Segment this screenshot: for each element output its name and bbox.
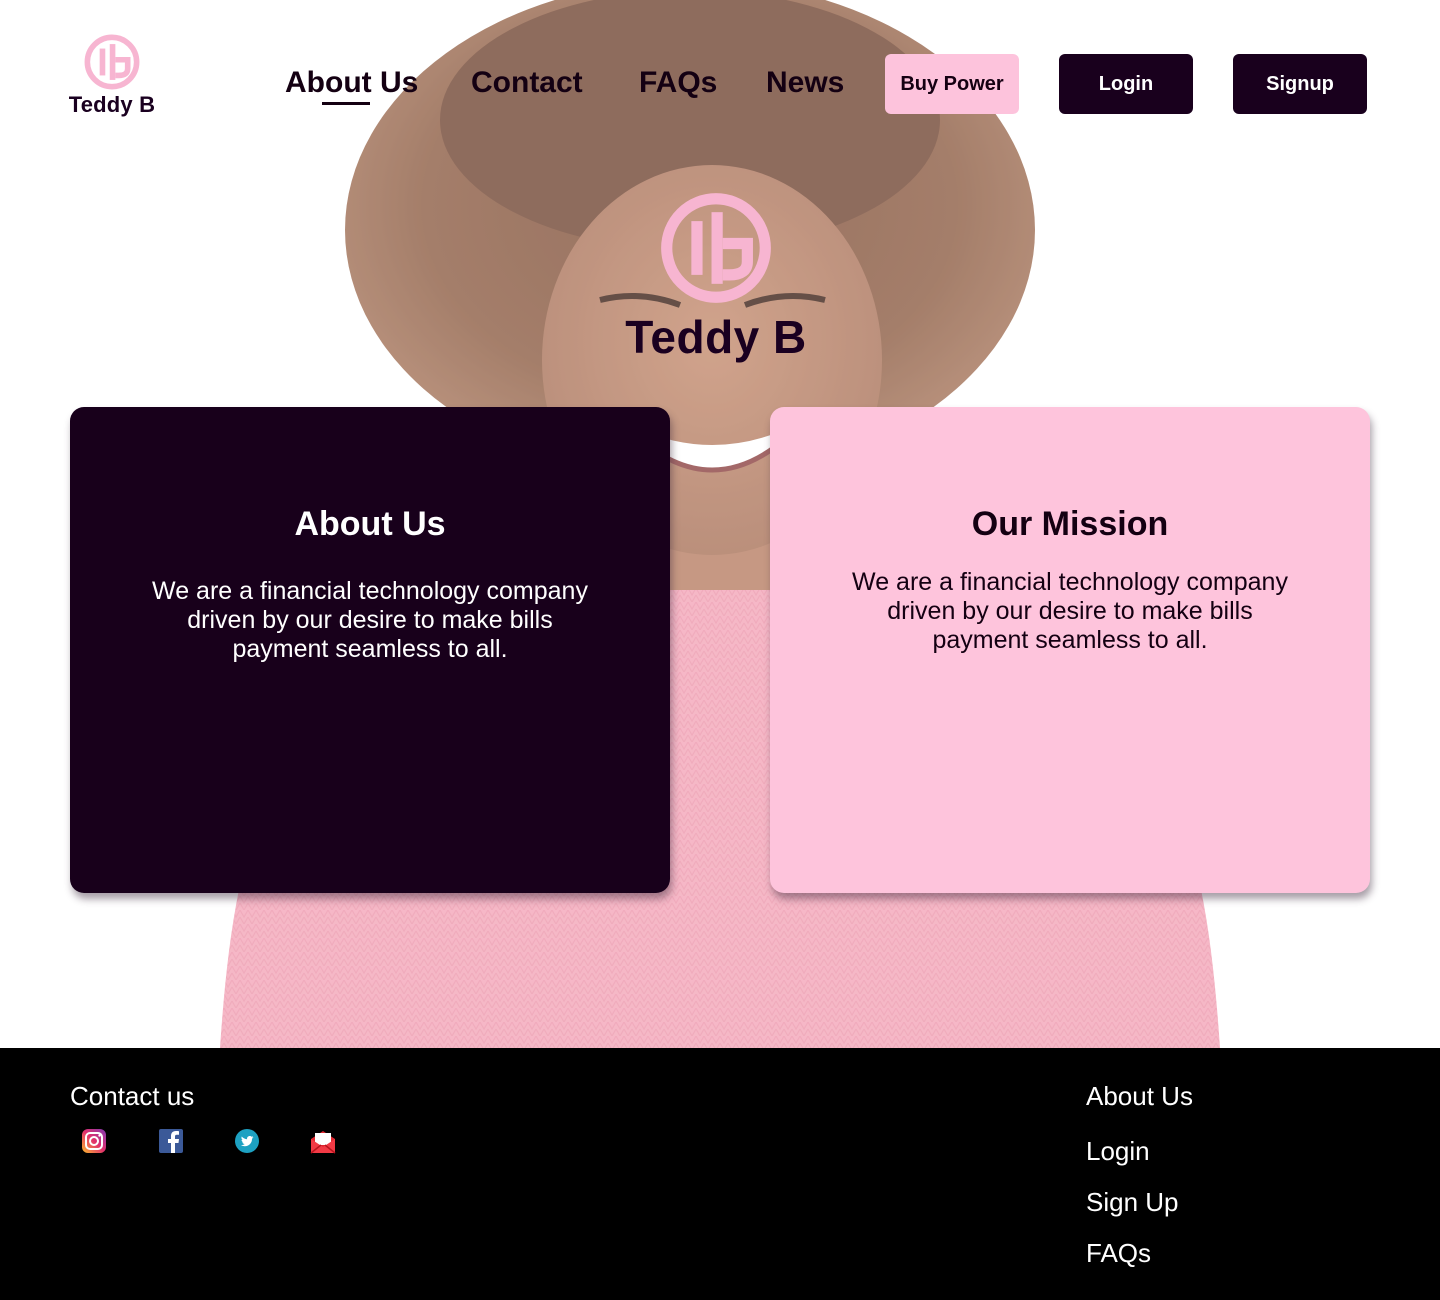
nav-contact[interactable]: Contact bbox=[471, 66, 583, 100]
about-us-text: We are a financial technology company dr… bbox=[152, 577, 588, 663]
our-mission-title: Our Mission bbox=[971, 505, 1169, 543]
our-mission-card: Our Mission We are a financial technolog… bbox=[770, 407, 1370, 893]
footer-link-login[interactable]: Login bbox=[1086, 1136, 1150, 1167]
nav-news[interactable]: News bbox=[766, 66, 844, 100]
facebook-icon[interactable] bbox=[158, 1128, 184, 1154]
footer-link-sign-up[interactable]: Sign Up bbox=[1086, 1187, 1179, 1218]
our-mission-text: We are a financial technology company dr… bbox=[852, 568, 1288, 654]
login-button[interactable]: Login bbox=[1059, 54, 1193, 114]
teddy-b-logo-icon bbox=[661, 193, 771, 303]
hero-logo-text: Teddy B bbox=[625, 311, 807, 363]
contact-us-heading: Contact us bbox=[70, 1081, 195, 1111]
hero-logo: Teddy B bbox=[600, 192, 832, 372]
nav-faqs[interactable]: FAQs bbox=[639, 66, 717, 100]
about-us-card: About Us We are a financial technology c… bbox=[70, 407, 670, 893]
header-logo[interactable]: Teddy B bbox=[66, 34, 158, 122]
teddy-b-logo-icon bbox=[84, 34, 140, 90]
mail-icon[interactable] bbox=[310, 1128, 336, 1154]
about-us-title: About Us bbox=[294, 505, 446, 543]
logo-text: Teddy B bbox=[68, 92, 156, 117]
buy-power-button[interactable]: Buy Power bbox=[885, 54, 1019, 114]
site-footer: Contact us About Us Login Sign Up FAQs bbox=[0, 1048, 1440, 1300]
site-header: Teddy B About Us Contact FAQs News Buy P… bbox=[0, 0, 1440, 160]
instagram-icon[interactable] bbox=[81, 1128, 107, 1154]
nav-about-us[interactable]: About Us bbox=[285, 66, 418, 105]
twitter-icon[interactable] bbox=[234, 1128, 260, 1154]
footer-link-about-us[interactable]: About Us bbox=[1086, 1081, 1193, 1112]
footer-link-faqs[interactable]: FAQs bbox=[1086, 1238, 1151, 1269]
signup-button[interactable]: Signup bbox=[1233, 54, 1367, 114]
